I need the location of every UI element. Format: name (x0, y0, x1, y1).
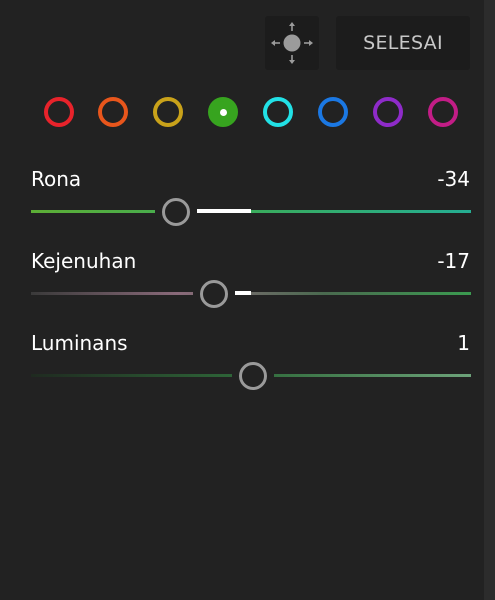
color-swatch-yellow[interactable] (153, 97, 183, 127)
color-swatch-orange[interactable] (98, 97, 128, 127)
color-swatch-aqua[interactable] (263, 97, 293, 127)
slider-thumb[interactable] (239, 362, 268, 390)
color-swatch-magenta[interactable] (428, 97, 458, 127)
color-swatch-row (0, 0, 495, 140)
color-swatch-red[interactable] (44, 97, 74, 127)
slider-value-luminans[interactable]: 1 (457, 331, 470, 355)
slider-track (31, 292, 471, 295)
slider-rona[interactable] (31, 197, 471, 227)
slider-thumb[interactable] (199, 280, 228, 308)
slider-track (31, 210, 471, 213)
slider-thumb[interactable] (162, 198, 191, 226)
color-swatch-green[interactable] (208, 97, 238, 127)
slider-value-rona[interactable]: -34 (437, 167, 470, 191)
color-swatch-blue[interactable] (318, 97, 348, 127)
color-swatch-purple[interactable] (373, 97, 403, 127)
slider-label-luminans: Luminans (31, 331, 128, 355)
slider-value-kejenuhan[interactable]: -17 (437, 249, 470, 273)
slider-label-kejenuhan: Kejenuhan (31, 249, 137, 273)
slider-label-rona: Rona (31, 167, 82, 191)
slider-kejenuhan[interactable] (31, 279, 471, 309)
selected-indicator (219, 108, 227, 116)
slider-luminans[interactable] (31, 361, 471, 391)
